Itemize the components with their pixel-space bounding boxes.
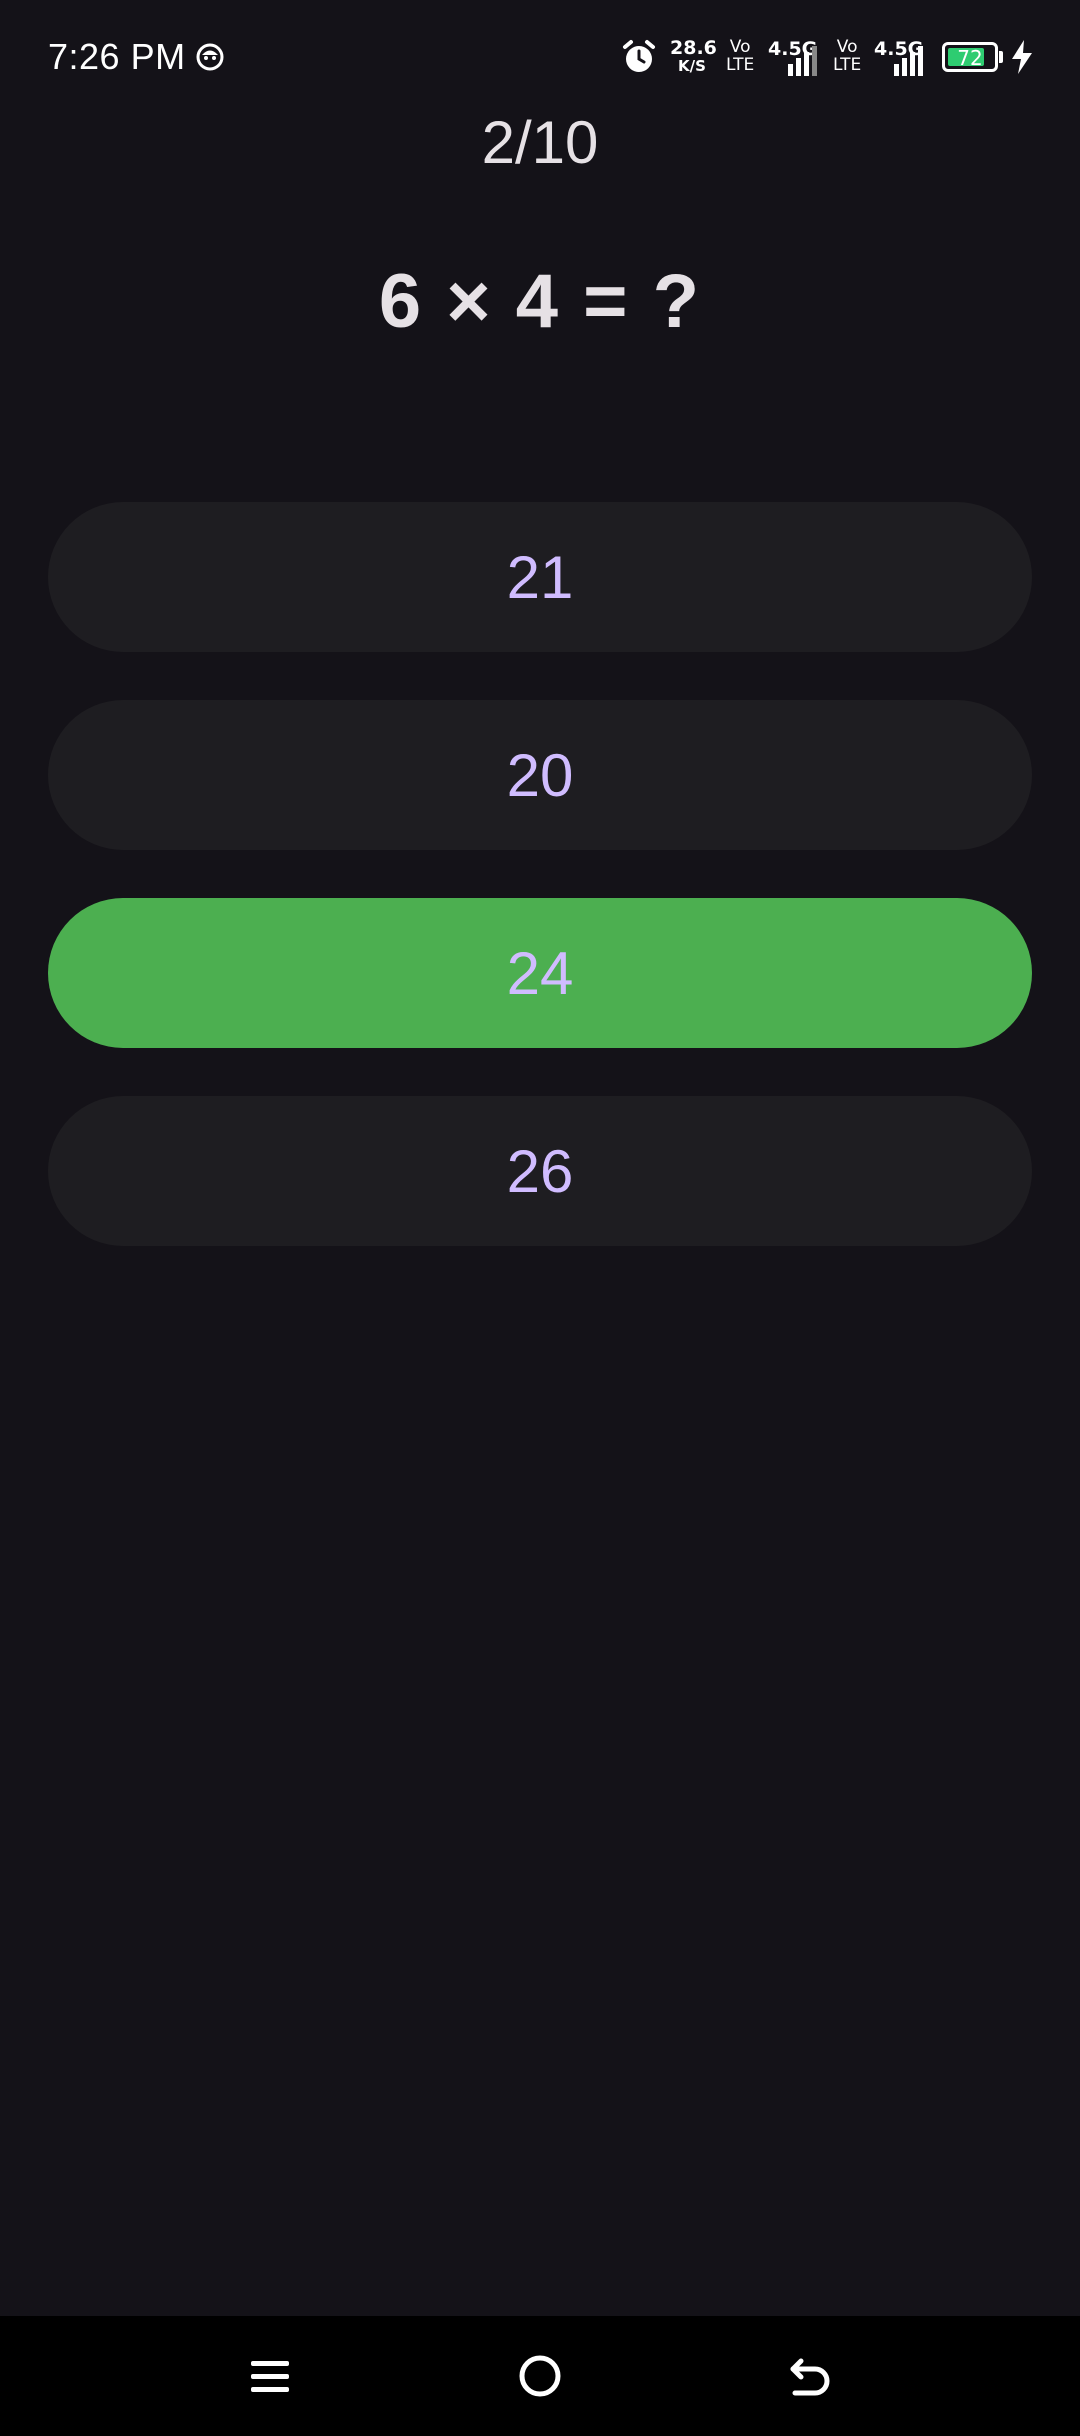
network-speed: 28.6 K/S — [670, 37, 717, 75]
emoji-icon — [196, 43, 224, 71]
charging-icon — [1012, 40, 1032, 74]
answer-option-3[interactable]: 24 — [48, 898, 1032, 1048]
volte-indicator-2: Vo LTE — [833, 37, 862, 75]
question-progress: 2/10 — [481, 109, 599, 176]
speed-value: 28.6 — [670, 37, 717, 59]
speed-unit: K/S — [678, 57, 706, 75]
home-icon[interactable] — [505, 2341, 575, 2411]
answer-option-4[interactable]: 26 — [48, 1096, 1032, 1246]
battery-level: 72 — [957, 46, 983, 70]
answer-option-2[interactable]: 20 — [48, 700, 1032, 850]
signal-icon — [788, 46, 817, 76]
menu-icon[interactable] — [235, 2341, 305, 2411]
status-bar: 7:26 PM 28.6 K/S Vo LTE 4.5G Vo LTE 4.5G… — [0, 0, 1080, 115]
back-icon[interactable] — [775, 2341, 845, 2411]
question-text: 6 × 4 = ? — [378, 259, 702, 344]
signal-icon — [894, 46, 923, 76]
battery-icon: 72 — [942, 42, 998, 72]
quiz-screen: 7:26 PM 28.6 K/S Vo LTE 4.5G Vo LTE 4.5G… — [0, 0, 1080, 2436]
volte-indicator-1: Vo LTE — [726, 37, 755, 75]
status-time: 7:26 PM — [48, 36, 186, 77]
alarm-icon — [623, 40, 655, 72]
answer-option-1[interactable]: 21 — [48, 502, 1032, 652]
navigation-bar — [0, 2316, 1080, 2436]
